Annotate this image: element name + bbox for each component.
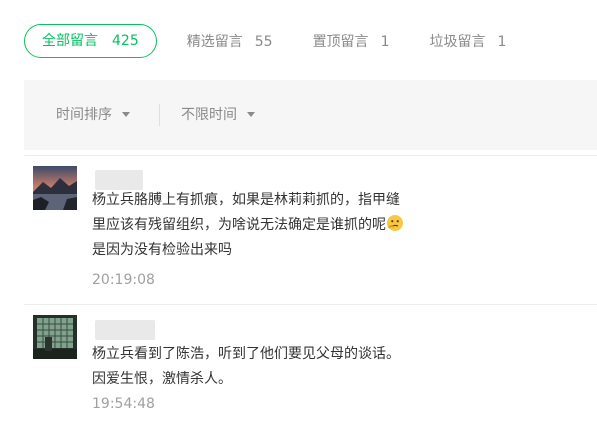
- comment-time: 20:19:08: [92, 272, 155, 288]
- time-range-dropdown[interactable]: 不限时间: [181, 80, 255, 150]
- tab-label: 精选留言: [186, 34, 243, 50]
- tab-label: 置顶留言: [312, 34, 369, 50]
- tab-all-comments[interactable]: 全部留言 425: [24, 24, 157, 58]
- tab-featured-comments[interactable]: 精选留言 55: [187, 31, 273, 51]
- tab-spam-comments[interactable]: 垃圾留言 1: [429, 31, 506, 51]
- comment-text-part: 是因为没有检验出来吗: [92, 242, 232, 258]
- comment-time: 19:54:48: [92, 396, 155, 412]
- comment-separator: [24, 304, 597, 305]
- caret-down-icon: [122, 111, 130, 117]
- thinking-face-icon: [387, 215, 403, 231]
- avatar[interactable]: [33, 166, 77, 210]
- tab-label: 全部留言: [42, 33, 98, 49]
- caret-down-icon: [247, 111, 255, 117]
- sort-order-label: 时间排序: [56, 107, 112, 123]
- tab-count: 1: [497, 34, 507, 50]
- tab-label: 垃圾留言: [429, 34, 486, 50]
- time-range-label: 不限时间: [181, 107, 237, 123]
- tab-count: 425: [112, 33, 139, 49]
- comment-separator: [24, 155, 597, 156]
- comment-text: 杨立兵看到了陈浩，听到了他们要见父母的谈话。因爱生恨，激情杀人。: [92, 346, 400, 387]
- comment-text: 杨立兵胳膊上有抓痕，如果是林莉莉抓的，指甲缝里应该有残留组织，为啥说无法确定是谁…: [92, 188, 412, 263]
- nickname-blurred: [95, 320, 155, 340]
- sort-order-dropdown[interactable]: 时间排序: [56, 80, 130, 150]
- comment-text-part: 杨立兵胳膊上有抓痕，如果是林莉莉抓的，指甲缝里应该有残留组织，为啥说无法确定是谁…: [92, 192, 400, 233]
- nickname-blurred: [95, 170, 143, 190]
- filter-divider: [159, 104, 160, 126]
- avatar-window-image: [33, 315, 77, 359]
- tab-count: 1: [380, 34, 390, 50]
- avatar[interactable]: [33, 315, 77, 359]
- filter-bar: 时间排序 不限时间: [24, 80, 597, 150]
- comment-tabs: 全部留言 425 精选留言 55 置顶留言 1 垃圾留言 1: [24, 24, 546, 58]
- tab-pinned-comments[interactable]: 置顶留言 1: [313, 31, 390, 51]
- avatar-landscape-image: [33, 166, 77, 210]
- tab-count: 55: [254, 34, 273, 50]
